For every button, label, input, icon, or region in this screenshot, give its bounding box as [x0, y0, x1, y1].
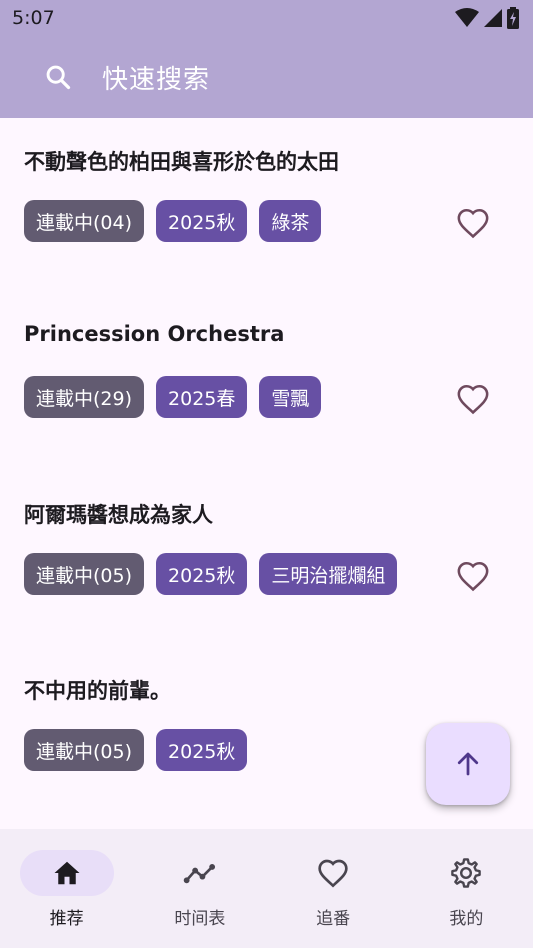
list-item[interactable]: 不動聲色的柏田與喜形於色的太田 連載中(04) 2025秋 綠茶 — [0, 118, 533, 294]
item-title: Princession Orchestra — [24, 322, 285, 346]
status-badge: 連載中(05) — [24, 729, 145, 771]
list-item[interactable]: Princession Orchestra 連載中(29) 2025春 雪飄 — [0, 294, 533, 470]
nav-label: 时间表 — [174, 909, 226, 929]
status-time: 5:07 — [12, 7, 55, 29]
nav-item-profile[interactable]: 我的 — [400, 829, 533, 948]
search-input[interactable]: 快速搜索 — [102, 59, 210, 96]
favorite-heart-icon[interactable] — [456, 207, 490, 239]
tag-row: 連載中(05) 2025秋 三明治擺爛組 — [24, 553, 398, 595]
scroll-to-top-button[interactable] — [426, 723, 510, 805]
search-icon[interactable] — [44, 63, 72, 91]
status-badge: 連載中(05) — [24, 553, 145, 595]
season-badge: 2025秋 — [156, 729, 248, 771]
status-badge: 連載中(29) — [24, 376, 145, 418]
home-icon — [54, 861, 80, 885]
nav-item-schedule[interactable]: 时间表 — [133, 829, 266, 948]
heart-icon — [318, 859, 348, 888]
season-badge: 2025秋 — [156, 553, 248, 595]
wifi-icon — [455, 8, 479, 27]
status-badge: 連載中(04) — [24, 200, 145, 242]
battery-icon — [507, 7, 519, 29]
tag-row: 連載中(04) 2025秋 綠茶 — [24, 200, 322, 242]
item-title: 不動聲色的柏田與喜形於色的太田 — [24, 150, 339, 174]
tag-row: 連載中(05) 2025秋 — [24, 729, 248, 771]
group-badge: 三明治擺爛組 — [259, 553, 398, 595]
list-item[interactable]: 阿爾瑪醬想成為家人 連載中(05) 2025秋 三明治擺爛組 — [0, 471, 533, 647]
status-icons — [455, 7, 519, 29]
status-bar: 5:07 — [0, 0, 533, 36]
favorite-heart-icon[interactable] — [456, 560, 490, 592]
item-title: 不中用的前輩。 — [24, 679, 171, 703]
season-badge: 2025秋 — [156, 200, 248, 242]
cellular-icon — [484, 9, 502, 27]
nav-item-following[interactable]: 追番 — [267, 829, 400, 948]
gear-icon — [451, 858, 482, 888]
season-badge: 2025春 — [156, 376, 248, 418]
arrow-up-icon — [457, 752, 479, 776]
nav-label: 我的 — [449, 909, 484, 929]
search-bar[interactable]: 快速搜索 — [0, 36, 533, 118]
group-badge: 綠茶 — [259, 200, 322, 242]
group-badge: 雪飄 — [259, 376, 322, 418]
tag-row: 連載中(29) 2025春 雪飄 — [24, 376, 322, 418]
nav-item-recommend[interactable]: 推荐 — [0, 829, 133, 948]
nav-label: 推荐 — [49, 909, 84, 929]
nav-active-indicator — [19, 850, 114, 896]
favorite-heart-icon[interactable] — [456, 383, 490, 415]
timeline-icon — [183, 864, 215, 884]
item-title: 阿爾瑪醬想成為家人 — [24, 503, 213, 527]
nav-label: 追番 — [316, 909, 351, 929]
bottom-navigation: 推荐 时间表 追番 我的 — [0, 829, 533, 948]
